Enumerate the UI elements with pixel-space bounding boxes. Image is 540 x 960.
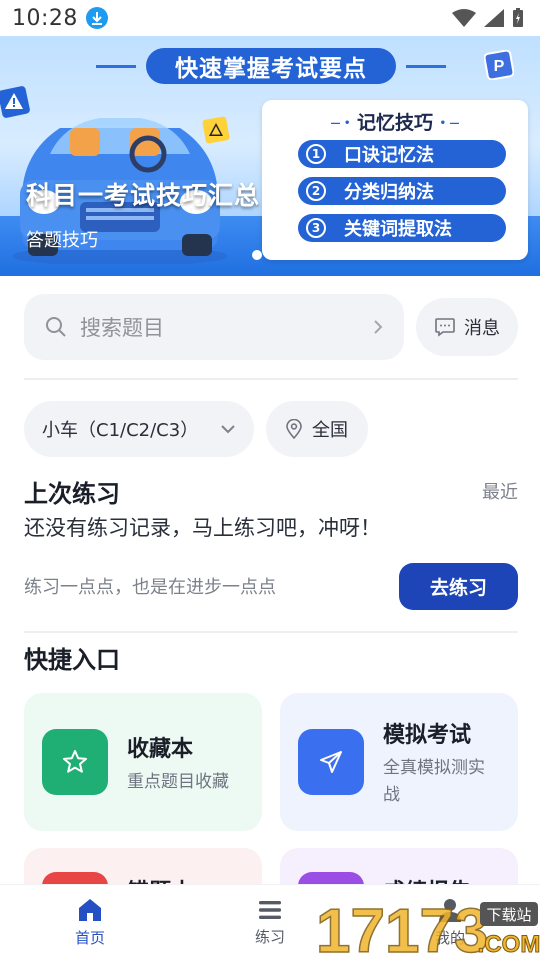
card-title: 模拟考试 [383,723,472,748]
download-icon [85,7,108,29]
tips-card-title: 记忆技巧 [356,112,433,134]
quick-entry-title: 快捷入口 [24,646,120,674]
motto-text: 练习一点点，也是在进步一点点 [24,577,276,598]
message-icon [435,318,455,337]
nav-label: 首页 [74,929,105,947]
card-description: 重点题目收藏 [127,772,229,792]
tips-card-header: — • 记忆技巧 • — [330,112,460,134]
go-practice-button[interactable]: 去练习 [399,563,518,610]
message-label: 消息 [464,318,500,339]
search-input[interactable]: 搜索题目 [24,294,404,360]
card-title: 收藏本 [127,737,194,762]
favorites-card[interactable]: 收藏本 重点题目收藏 [24,693,262,831]
chevron-down-icon [221,425,235,434]
last-practice-title: 上次练习 [24,480,120,508]
card-description: 全真模拟测实战 [383,758,485,805]
tip-item: 2 分类归纳法 [298,177,506,205]
empty-practice-text: 还没有练习记录，马上练习吧，冲呀！ [24,516,381,540]
banner-subtitle: 答题技巧 [26,230,98,251]
region-value: 全国 [312,420,348,441]
tip-item: 3 关键词提取法 [298,214,506,242]
message-button[interactable]: 消息 [416,298,518,356]
banner-decor-line [96,65,136,68]
tip-number: 1 [306,144,326,164]
vehicle-type-value: 小车（C1/C2/C3） [42,420,199,441]
list-icon [259,901,281,919]
svg-text:17173: 17173 [316,897,488,960]
tip-number: 2 [306,181,326,201]
nav-home[interactable]: 首页 [0,885,180,960]
site-watermark: 17173 下载站 .COM [314,888,540,960]
svg-text:P: P [494,58,505,75]
vehicle-type-select[interactable]: 小车（C1/C2/C3） [24,401,254,457]
tip-item: 1 口诀记忆法 [298,140,506,168]
signal-icon [484,9,504,27]
svg-text:.COM: .COM [478,931,540,958]
pagination-dot-active[interactable] [252,250,262,260]
promo-banner[interactable]: 快速掌握考试要点 P 科目一考试技巧汇总 答题技巧 — • 记忆技巧 • — 1… [0,36,540,276]
wifi-icon [452,9,476,27]
star-icon [42,729,108,795]
nav-label: 练习 [254,928,285,946]
region-select[interactable]: 全国 [266,401,368,457]
banner-title: 科目一考试技巧汇总 [26,181,261,210]
watermark-logo: 17173 下载站 .COM [315,896,540,960]
banner-pagination[interactable] [252,250,280,260]
parking-sign-icon: P [484,50,514,80]
divider [24,631,518,633]
status-time: 10:28 [12,5,78,31]
memory-tips-card: — • 记忆技巧 • — 1 口诀记忆法 2 分类归纳法 3 关键词提取法 [262,100,528,260]
location-pin-icon [286,419,302,439]
search-placeholder: 搜索题目 [80,316,164,340]
home-icon [79,899,101,921]
tip-label: 口诀记忆法 [344,145,434,166]
recent-link[interactable]: 最近 [482,478,518,504]
banner-decor-line [406,65,446,68]
tip-label: 关键词提取法 [344,219,452,240]
chevron-right-icon [374,320,383,334]
pagination-dot[interactable] [270,250,280,260]
divider [24,378,518,380]
banner-pill: 快速掌握考试要点 [146,48,396,84]
svg-text:下载站: 下载站 [486,906,531,924]
battery-icon [513,8,523,27]
tip-label: 分类归纳法 [344,182,434,203]
search-icon [46,317,66,337]
status-bar: 10:28 [0,0,540,36]
tip-number: 3 [306,218,326,238]
send-icon [298,729,364,795]
mock-exam-card[interactable]: 模拟考试 全真模拟测实战 [280,693,518,831]
